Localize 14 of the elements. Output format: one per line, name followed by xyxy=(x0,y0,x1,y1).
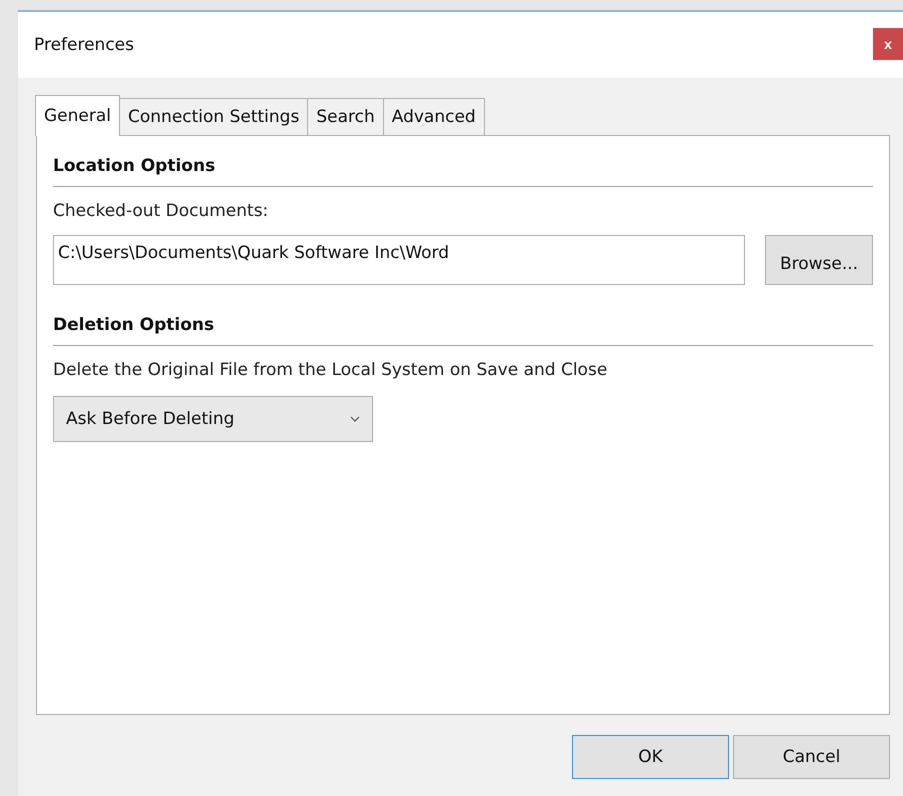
dropdown[interactable]: Ask Before Deleting xyxy=(53,396,373,442)
section-heading: Deletion Options xyxy=(53,315,873,346)
browse-button[interactable]: Browse... xyxy=(765,235,873,285)
field-label: Delete the Original File from the Local System on Save and Close xyxy=(53,360,608,380)
close-button[interactable]: x xyxy=(873,28,903,60)
path-field[interactable]: C:\Users\Documents\Quark Software Inc\Word xyxy=(53,235,745,285)
window-title: Preferences xyxy=(34,35,134,55)
field-label: Checked-out Documents: xyxy=(53,201,270,221)
tab[interactable]: General xyxy=(35,95,120,136)
dialog-button[interactable]: OK xyxy=(572,735,729,779)
section-heading: Location Options xyxy=(53,156,873,187)
dialog-button[interactable]: Cancel xyxy=(733,735,890,779)
chevron-down-icon xyxy=(350,416,360,422)
tab[interactable]: Advanced xyxy=(382,98,485,135)
